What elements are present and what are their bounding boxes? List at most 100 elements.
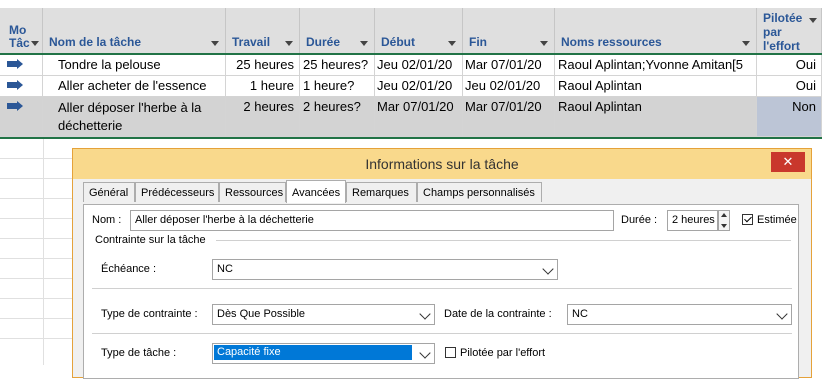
spin-up-icon[interactable]: [721, 213, 727, 217]
column-header-finish[interactable]: Fin: [463, 8, 555, 53]
dialog-title: Informations sur la tâche: [73, 149, 811, 179]
estimated-label: Estimée: [757, 214, 797, 226]
tab-advanced[interactable]: Avancées: [286, 180, 346, 203]
resources-cell[interactable]: Raoul Aplintan: [555, 76, 757, 97]
column-header-start[interactable]: Début: [375, 8, 463, 53]
table-row-selected[interactable]: Aller déposer l'herbe à la déchetterie 2…: [0, 97, 822, 137]
column-header-duration-label: Durée: [306, 35, 341, 49]
column-header-resources-label: Noms ressources: [561, 35, 662, 49]
finish-cell[interactable]: Mar 07/01/20: [463, 97, 555, 137]
resources-cell[interactable]: Raoul Aplintan;Yvonne Amitan[5: [555, 55, 757, 76]
constraint-type-value: Dès Que Possible: [217, 308, 306, 320]
effort-driven-cell[interactable]: Oui: [757, 76, 822, 97]
selection-divider: [0, 137, 822, 139]
duration-cell[interactable]: 1 heure?: [300, 76, 375, 97]
work-cell[interactable]: 25 heures: [226, 55, 300, 76]
task-name-input[interactable]: Aller déposer l'herbe à la déchetterie: [130, 210, 614, 231]
deadline-value: NC: [217, 263, 233, 275]
task-type-label: Type de tâche :: [101, 347, 177, 359]
task-information-dialog: Informations sur la tâche ✕ Général Préd…: [72, 148, 812, 379]
finish-cell[interactable]: Mar 07/01/20: [463, 55, 555, 76]
work-cell[interactable]: 1 heure: [226, 76, 300, 97]
auto-scheduled-icon: [7, 80, 23, 90]
task-mode-cell[interactable]: [0, 76, 43, 97]
chevron-down-icon[interactable]: [419, 308, 431, 320]
column-header-resources[interactable]: Noms ressources: [555, 8, 757, 53]
column-header-work-label: Travail: [232, 35, 271, 49]
filter-arrow-icon[interactable]: [360, 41, 368, 46]
column-header-effort-label: Pilotée par l'effort: [763, 11, 803, 53]
divider: [92, 333, 792, 334]
effort-driven-cell[interactable]: Oui: [757, 55, 822, 76]
constraint-date-label: Date de la contrainte :: [444, 308, 552, 320]
auto-scheduled-icon: [7, 59, 23, 69]
close-button[interactable]: ✕: [771, 152, 805, 172]
constraint-type-label: Type de contrainte :: [101, 308, 198, 320]
column-header-task-name[interactable]: Nom de la tâche: [43, 8, 226, 53]
table-row[interactable]: Aller acheter de l'essence 1 heure 1 heu…: [0, 76, 822, 97]
filter-arrow-icon[interactable]: [211, 41, 219, 46]
chevron-down-icon[interactable]: [419, 347, 431, 359]
duration-label: Durée :: [621, 214, 658, 226]
column-header-start-label: Début: [381, 35, 415, 49]
task-type-combo[interactable]: Capacité fixe: [212, 343, 435, 364]
task-name-cell[interactable]: Aller déposer l'herbe à la déchetterie: [43, 97, 226, 137]
start-cell[interactable]: Mar 07/01/20: [375, 97, 463, 137]
grid-line: [0, 218, 80, 219]
start-cell[interactable]: Jeu 02/01/20: [375, 55, 463, 76]
task-mode-cell[interactable]: [0, 55, 43, 76]
filter-arrow-icon[interactable]: [540, 41, 548, 46]
table-row[interactable]: Tondre la pelouse 25 heures 25 heures? J…: [0, 55, 822, 76]
column-header-mode[interactable]: Mo Tâc: [0, 8, 43, 53]
tab-predecessors[interactable]: Prédécesseurs: [135, 182, 219, 202]
effort-driven-cell[interactable]: Non: [757, 97, 822, 137]
duration-spinner[interactable]: [718, 210, 730, 231]
column-header-work[interactable]: Travail: [226, 8, 300, 53]
filter-arrow-icon[interactable]: [285, 41, 293, 46]
advanced-panel: Nom : Aller déposer l'herbe à la déchett…: [83, 204, 799, 379]
duration-input[interactable]: 2 heures: [667, 210, 718, 231]
estimated-checkbox[interactable]: [742, 214, 753, 225]
filter-arrow-icon[interactable]: [31, 41, 39, 46]
tab-notes[interactable]: Remarques: [346, 182, 417, 202]
spin-down-icon[interactable]: [721, 224, 727, 228]
chevron-down-icon[interactable]: [776, 308, 788, 320]
deadline-combo[interactable]: NC: [212, 259, 558, 280]
tab-general[interactable]: Général: [83, 182, 135, 202]
tab-custom-fields[interactable]: Champs personnalisés: [417, 182, 542, 202]
filter-arrow-icon[interactable]: [448, 41, 456, 46]
deadline-label: Échéance :: [101, 263, 157, 275]
column-header-mode-label: Mo Tâc: [9, 23, 30, 50]
duration-cell[interactable]: 25 heures?: [300, 55, 375, 76]
duration-cell[interactable]: 2 heures?: [300, 97, 375, 137]
column-header-effort-driven[interactable]: Pilotée par l'effort: [757, 8, 822, 53]
effort-driven-checkbox[interactable]: [445, 347, 456, 358]
task-name-line2: déchetterie: [58, 118, 123, 133]
constraint-date-combo[interactable]: NC: [567, 304, 792, 325]
chevron-down-icon[interactable]: [542, 263, 554, 275]
grid-line: [0, 318, 80, 319]
work-cell[interactable]: 2 heures: [226, 97, 300, 137]
finish-cell[interactable]: Jeu 02/01/20: [463, 76, 555, 97]
column-header-task-name-label: Nom de la tâche: [49, 35, 142, 49]
task-name-cell[interactable]: Tondre la pelouse: [43, 55, 226, 76]
auto-scheduled-icon: [7, 101, 23, 111]
constraint-type-combo[interactable]: Dès Que Possible: [212, 304, 435, 325]
grid-line: [0, 198, 80, 199]
filter-arrow-icon[interactable]: [809, 18, 817, 23]
grid-line: [0, 278, 80, 279]
column-header-duration[interactable]: Durée: [300, 8, 375, 53]
start-cell[interactable]: Jeu 02/01/20: [375, 76, 463, 97]
resources-cell[interactable]: Raoul Aplintan: [555, 97, 757, 137]
divider: [92, 288, 792, 289]
task-name-cell[interactable]: Aller acheter de l'essence: [43, 76, 226, 97]
filter-arrow-icon[interactable]: [742, 41, 750, 46]
column-header-finish-label: Fin: [469, 35, 487, 49]
grid-line: [0, 238, 80, 239]
task-mode-cell[interactable]: [0, 97, 43, 137]
grid-line: [0, 338, 80, 339]
grid-line: [0, 178, 80, 179]
grid-line: [0, 158, 80, 159]
grid-line: [43, 139, 44, 365]
tab-resources[interactable]: Ressources: [219, 182, 286, 202]
